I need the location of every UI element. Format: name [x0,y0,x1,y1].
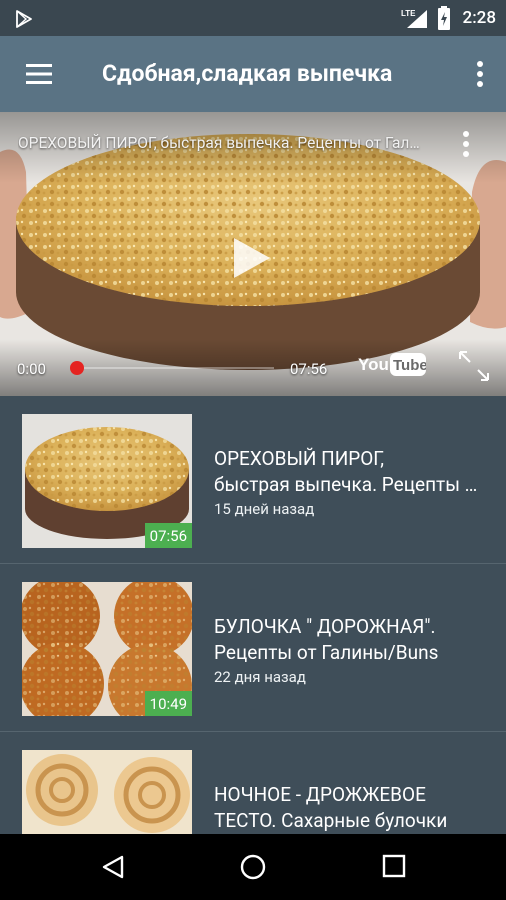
fullscreen-icon[interactable] [456,348,492,384]
video-list-item[interactable]: 10:49 БУЛОЧКА " ДОРОЖНАЯ". Рецепты от Га… [0,564,506,732]
video-title: НОЧНОЕ - ДРОЖЖЕВОЕ ТЕСТО. Сахарные булоч… [214,783,448,832]
app-title: Сдобная,сладкая выпечка [102,60,393,87]
home-icon[interactable] [240,854,266,880]
youtube-logo[interactable]: You Tube [358,350,426,380]
rolls-thumbnail-image [22,750,192,834]
time-current: 0:00 [17,360,46,378]
duration-badge: 10:49 [144,691,192,716]
status-bar: LTE 2:28 [0,0,506,36]
play-store-icon [16,10,32,28]
navigation-bar [0,834,506,900]
menu-icon[interactable] [26,63,52,85]
svg-text:You: You [358,355,389,374]
video-list-item[interactable]: НОЧНОЕ - ДРОЖЖЕВОЕ ТЕСТО. Сахарные булоч… [0,732,506,834]
video-thumbnail[interactable]: 07:56 [22,414,192,548]
app-bar: Сдобная,сладкая выпечка [0,36,506,112]
video-player[interactable]: ОРЕХОВЫЙ ПИРОГ, быстрая выпечка. Рецепты… [0,112,506,396]
video-list-item[interactable]: 07:56 ОРЕХОВЫЙ ПИРОГ, быстрая выпечка. Р… [0,396,506,564]
video-thumbnail[interactable]: 10:49 [22,582,192,716]
time-total: 07:56 [290,360,328,378]
play-icon[interactable] [232,236,272,280]
signal-icon: LTE [401,9,427,28]
clock: 2:28 [462,8,496,28]
recents-icon[interactable] [382,854,406,878]
player-video-title: ОРЕХОВЫЙ ПИРОГ, быстрая выпечка. Рецепты… [18,134,428,152]
network-type: LTE [401,9,416,18]
more-icon[interactable] [462,130,470,158]
svg-text:Tube: Tube [393,357,426,374]
video-title: ОРЕХОВЫЙ ПИРОГ, быстрая выпечка. Рецепты… [214,447,484,496]
back-icon[interactable] [100,854,126,880]
overflow-menu-icon[interactable] [476,60,484,88]
progress-handle[interactable] [70,361,84,375]
video-thumbnail[interactable] [22,750,192,834]
battery-icon [437,6,450,30]
video-date: 15 дней назад [214,500,315,518]
video-title: БУЛОЧКА " ДОРОЖНАЯ". Рецепты от Галины/B… [214,615,439,664]
video-date: 22 дня назад [214,668,306,686]
progress-track[interactable] [84,367,274,369]
duration-badge: 07:56 [144,523,192,548]
video-list[interactable]: 07:56 ОРЕХОВЫЙ ПИРОГ, быстрая выпечка. Р… [0,396,506,834]
